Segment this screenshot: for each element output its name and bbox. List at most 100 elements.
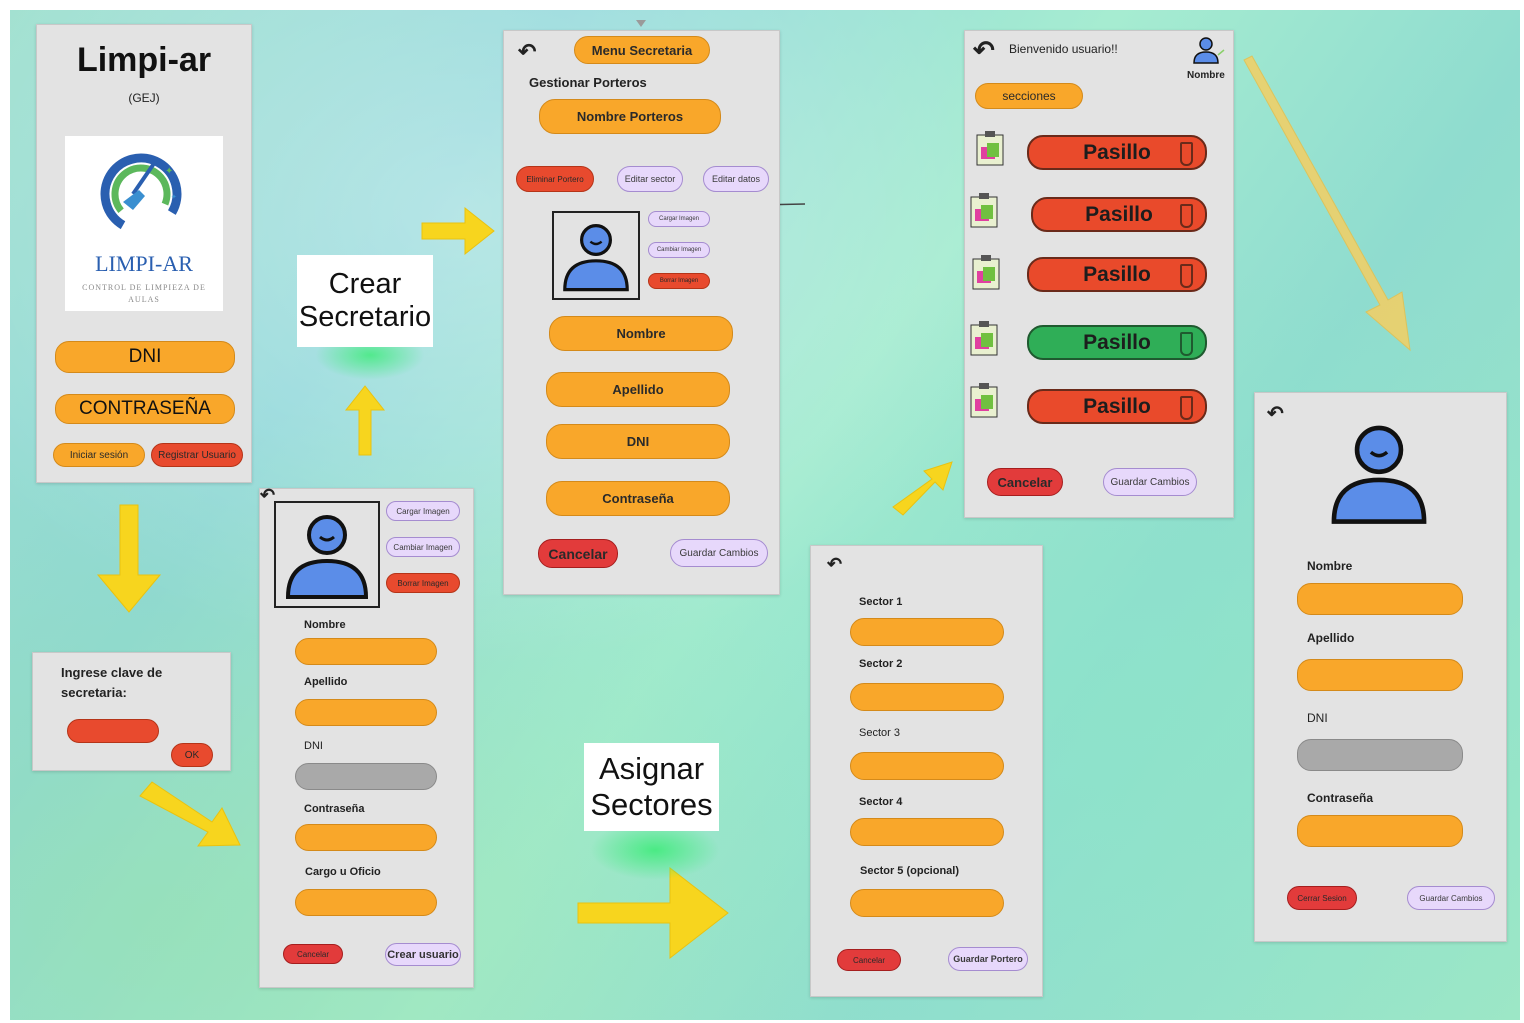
nombre-input[interactable] [1297,583,1463,615]
sector-3-label: Sector 3 [859,727,900,739]
section-pasillo-4[interactable]: Pasillo [1027,325,1207,360]
apellido-input[interactable] [295,699,437,726]
back-arrow-icon[interactable]: ↶ [518,39,536,65]
cancel-button[interactable]: Cancelar [538,539,618,568]
back-arrow-icon[interactable]: ↶ [827,554,842,575]
cancel-button[interactable]: Cancelar [837,949,901,971]
save-changes-button[interactable]: Guardar Cambios [670,539,768,567]
top-marker [636,20,646,27]
dni-input[interactable] [295,763,437,790]
user-avatar-icon [563,224,629,292]
note-crear-secretario: Crear Secretario [297,255,433,347]
apellido-field[interactable]: Apellido [546,372,730,407]
nombre-field[interactable]: Nombre [549,316,733,351]
sector-2-input[interactable] [850,683,1004,711]
load-image-button[interactable]: Cargar Imagen [648,211,710,227]
secretary-menu-screen: ↶ Menu Secretaria Gestionar Porteros Nom… [503,30,780,595]
password-input[interactable]: CONTRASEÑA [55,394,235,424]
contrasena-input[interactable] [1297,815,1463,847]
sector-3-input[interactable] [850,752,1004,780]
nombre-input[interactable] [295,638,437,665]
arrow-down-login [96,504,162,613]
login-button[interactable]: Iniciar sesión [53,443,145,467]
status-tag-icon [1180,396,1193,420]
delete-porter-button[interactable]: Eliminar Portero [516,166,594,192]
cargo-input[interactable] [295,889,437,916]
app-logo: ✦ ✦ LIMPI-AR CONTROL DE LIMPIEZA DE AULA… [65,136,223,311]
ok-button[interactable]: OK [171,743,213,767]
contrasena-field[interactable]: Contraseña [546,481,730,516]
welcome-screen: ↶ Bienvenido usuario!! Nombre secciones … [964,30,1234,518]
menu-secretaria-button[interactable]: Menu Secretaria [574,36,710,64]
section-label: Pasillo [1083,394,1151,418]
load-image-button[interactable]: Cargar Imagen [386,501,460,521]
avatar-frame [552,211,640,300]
dni-label: DNI [304,740,323,752]
delete-image-button[interactable]: Borrar Imagen [648,273,710,289]
back-arrow-icon[interactable]: ↶ [260,485,275,506]
register-form-screen: ↶ Cargar Imagen Cambiar Imagen Borrar Im… [259,485,474,988]
apellido-input[interactable] [1297,659,1463,691]
apellido-label: Apellido [304,676,348,688]
note-asignar-sectores: Asignar Sectores [584,743,719,831]
contrasena-label: Contraseña [1307,791,1374,805]
dni-input[interactable]: DNI [55,341,235,373]
svg-text:✦: ✦ [165,166,173,177]
status-tag-icon [1180,332,1193,356]
user-avatar-icon [285,515,369,599]
sections-button[interactable]: secciones [975,83,1083,109]
user-name-label: Nombre [1187,70,1225,81]
feedback-sticker-icon [967,381,1001,421]
feedback-sticker-icon [967,319,1001,359]
welcome-greeting: Bienvenido usuario!! [1009,42,1118,56]
sector-2-label: Sector 2 [859,658,903,670]
sector-4-label: Sector 4 [859,796,903,808]
cancel-button[interactable]: Cancelar [283,944,343,964]
arrow-to-register [139,781,241,847]
status-tag-icon [1180,204,1193,228]
user-profile-icon[interactable] [1191,35,1227,65]
edit-sector-button[interactable]: Editar sector [617,166,683,192]
feedback-sticker-icon [969,253,1003,293]
section-label: Pasillo [1083,262,1151,286]
secretary-key-input[interactable] [67,719,159,743]
section-pasillo-3[interactable]: Pasillo [1027,257,1207,292]
change-image-button[interactable]: Cambiar Imagen [648,242,710,258]
section-pasillo-1[interactable]: Pasillo [1027,135,1207,170]
back-arrow-icon[interactable]: ↶ [1267,401,1284,426]
create-user-button[interactable]: Crear usuario [385,943,461,966]
svg-text:✦: ✦ [171,193,177,201]
change-image-button[interactable]: Cambiar Imagen [386,537,460,557]
cancel-button[interactable]: Cancelar [987,468,1063,496]
app-subtitle: (GEJ) [128,91,160,105]
dni-field[interactable]: DNI [546,424,730,459]
feedback-sticker-icon [967,191,1001,231]
broom-logo-icon: ✦ ✦ [100,153,182,235]
sector-5-input[interactable] [850,889,1004,917]
save-changes-button[interactable]: Guardar Cambios [1103,468,1197,496]
avatar-frame [274,501,380,608]
register-button[interactable]: Registrar Usuario [151,443,243,467]
edit-data-button[interactable]: Editar datos [703,166,769,192]
sector-1-input[interactable] [850,618,1004,646]
profile-screen: ↶ Nombre Apellido DNI Contraseña Cerrar … [1254,392,1507,942]
save-porter-button[interactable]: Guardar Portero [948,947,1028,971]
section-pasillo-5[interactable]: Pasillo [1027,389,1207,424]
save-changes-button[interactable]: Guardar Cambios [1407,886,1495,910]
dni-input[interactable] [1297,739,1463,771]
logout-button[interactable]: Cerrar Sesion [1287,886,1357,910]
arrow-to-profile [1243,55,1411,352]
contrasena-input[interactable] [295,824,437,851]
nombre-label: Nombre [304,619,346,631]
status-tag-icon [1180,142,1193,166]
contrasena-label: Contraseña [304,803,365,815]
sector-4-input[interactable] [850,818,1004,846]
porter-names-select[interactable]: Nombre Porteros [539,99,721,134]
section-pasillo-2[interactable]: Pasillo [1031,197,1207,232]
login-screen: Limpi-ar (GEJ) ✦ ✦ LIMPI-AR CONTROL DE L… [36,24,252,483]
delete-image-button[interactable]: Borrar Imagen [386,573,460,593]
back-arrow-icon[interactable]: ↶ [973,35,995,66]
secretary-key-dialog: Ingrese clave de secretaria: OK [32,652,231,771]
arrow-to-welcome [892,461,953,516]
app-title: Limpi-ar [76,41,212,79]
